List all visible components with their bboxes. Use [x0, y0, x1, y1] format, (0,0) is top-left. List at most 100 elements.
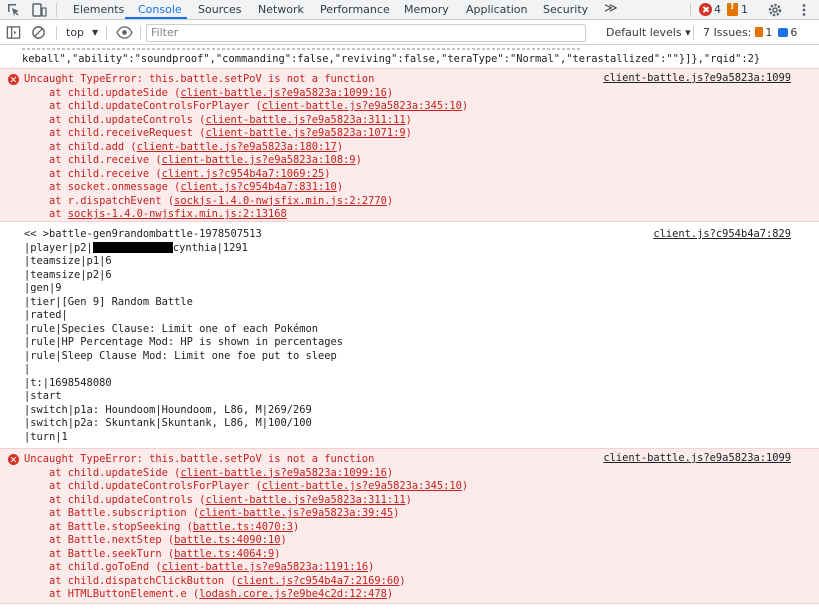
log-line: |turn|1 [24, 430, 68, 443]
device-toolbar-icon[interactable] [31, 2, 47, 18]
stack-frame-link[interactable]: client.js?c954b4a7:2169:60 [237, 575, 400, 587]
context-selector-value: top [66, 26, 85, 39]
live-expression-eye-icon[interactable] [116, 25, 133, 40]
stack-frame: at child.updateControlsForPlayer (client… [24, 480, 468, 494]
error-stack: Uncaught TypeError: this.battle.setPoV i… [24, 453, 468, 602]
devtools-tab-bar: Elements Console Sources Network Perform… [0, 0, 819, 20]
log-levels-dropdown[interactable]: Default levels ▾ [606, 24, 691, 42]
sidebar-toggle-icon[interactable] [6, 25, 21, 40]
issues-counter[interactable]: 7 Issues: 1 6 [703, 24, 797, 42]
stack-paren: ) [324, 167, 331, 180]
stack-frame-link[interactable]: client.js?c954b4a7:1069:25 [162, 168, 325, 180]
error-source-link[interactable]: client-battle.js?e9a5823a:1099 [603, 452, 791, 466]
stack-frame-link[interactable]: client-battle.js?e9a5823a:1099:16 [180, 467, 386, 479]
stack-frame-link[interactable]: client-battle.js?e9a5823a:180:17 [137, 141, 337, 153]
stack-frame-function: at child.updateControls [24, 113, 200, 126]
stack-frame-link[interactable]: client-battle.js?e9a5823a:1071:9 [205, 127, 405, 139]
error-count[interactable]: 4 [714, 1, 721, 19]
clear-console-icon[interactable] [31, 25, 46, 40]
stack-frame-function: at HTMLButtonElement.e [24, 588, 193, 600]
stack-frame-link[interactable]: client-battle.js?e9a5823a:311:11 [205, 114, 405, 126]
stack-frame: at HTMLButtonElement.e (lodash.core.js?e… [24, 588, 468, 602]
inspect-element-icon[interactable] [6, 2, 22, 18]
stack-frame-function: at child.receiveRequest [24, 127, 200, 139]
cut-off-line [22, 48, 582, 50]
filter-input[interactable]: Filter [146, 24, 586, 42]
log-line: << >battle-gen9randombattle-1978507513 [24, 228, 262, 240]
stack-frame: at child.add (client-battle.js?e9a5823a:… [24, 141, 468, 155]
console-messages: keball","ability":"soundproof","commandi… [0, 46, 819, 609]
stack-frame-link[interactable]: sockjs-1.4.0-nwjsfix.min.js:2:2770 [174, 195, 387, 207]
issues-warning-icon [755, 27, 764, 37]
tab-sources[interactable]: Sources [198, 0, 242, 20]
log-lines: << >battle-gen9randombattle-1978507513 |p… [24, 228, 343, 444]
stack-frame-link[interactable]: client-battle.js?e9a5823a:345:10 [262, 100, 462, 112]
stack-frame-function: at child.dispatchClickButton [24, 574, 231, 587]
error-source-link[interactable]: client-battle.js?e9a5823a:1099 [603, 72, 791, 86]
tab-security[interactable]: Security [543, 0, 588, 20]
stack-frame-link[interactable]: client-battle.js?e9a5823a:345:10 [262, 480, 462, 492]
tab-elements[interactable]: Elements [73, 0, 124, 20]
tab-application[interactable]: Application [466, 0, 527, 20]
error-message: client-battle.js?e9a5823a:1099 Uncaught … [0, 68, 819, 222]
stack-frame: at child.receive (client.js?c954b4a7:106… [24, 168, 468, 182]
issues-info-count: 6 [790, 26, 798, 39]
stack-frame-function: at child.receive [24, 154, 156, 166]
stack-frame-link[interactable]: client-battle.js?e9a5823a:1099:16 [180, 87, 386, 99]
stack-frame-link[interactable]: client.js?c954b4a7:831:10 [180, 181, 336, 193]
tab-network[interactable]: Network [258, 0, 304, 20]
tab-performance[interactable]: Performance [320, 0, 390, 20]
stack-frame-link[interactable]: battle.ts:4070:3 [193, 521, 293, 533]
stack-frame-link[interactable]: sockjs-1.4.0-nwjsfix.min.js:2:13168 [68, 208, 287, 220]
stack-frame-link[interactable]: client-battle.js?e9a5823a:39:45 [199, 507, 393, 519]
issues-label: 7 Issues: [703, 26, 752, 39]
log-line: |gen|9 [24, 282, 62, 294]
player-suffix: cynthia|1291 [172, 241, 248, 254]
stack-frame-link[interactable]: client-battle.js?e9a5823a:311:11 [205, 494, 405, 506]
stack-frame: at Battle.subscription (client-battle.js… [24, 507, 468, 521]
error-count-icon[interactable] [699, 3, 712, 16]
log-line: | [24, 363, 31, 375]
player-prefix: |player|p2| [24, 241, 93, 254]
warning-count-icon[interactable] [727, 1, 738, 16]
stack-paren: ) [336, 181, 344, 193]
stack-paren: ) [386, 588, 394, 600]
stack-frame-link[interactable]: battle.ts:4090:10 [174, 534, 280, 546]
stack-frame-function: at [24, 208, 68, 220]
error-message: client-battle.js?e9a5823a:1099 Uncaught … [0, 448, 819, 604]
log-text: keball","ability":"soundproof","commandi… [22, 53, 761, 65]
truncated-log-fragment: keball","ability":"soundproof","commandi… [0, 46, 819, 66]
stack-frame-link[interactable]: client-battle.js?e9a5823a:108:9 [162, 154, 356, 166]
stack-frame: at sockjs-1.4.0-nwjsfix.min.js:2:13168 [24, 208, 468, 222]
stack-frame-function: at child.updateSide [24, 86, 175, 99]
stack-paren: ) [368, 561, 375, 573]
stack-paren: ) [461, 480, 469, 492]
stack-frame-function: at child.updateControlsForPlayer [24, 480, 256, 492]
error-text: Uncaught TypeError: this.battle.setPoV i… [24, 453, 375, 465]
stack-frame-function: at Battle.seekTurn [24, 547, 168, 560]
settings-gear-icon[interactable] [767, 2, 783, 18]
warning-count[interactable]: 1 [741, 1, 748, 19]
stack-frame-function: at child.receive [24, 167, 156, 180]
stack-frame-function: at Battle.stopSeeking [24, 520, 187, 533]
more-options-icon[interactable] [796, 2, 812, 18]
more-tabs-icon[interactable]: ≫ [604, 1, 618, 17]
log-line-player: |player|p2| cynthia|1291 [24, 241, 343, 256]
context-selector[interactable]: top ▼ [66, 24, 98, 42]
stack-frame: at child.updateSide (client-battle.js?e9… [24, 87, 468, 101]
stack-paren: ) [399, 574, 406, 587]
tab-memory[interactable]: Memory [404, 0, 449, 20]
stack-frame-link[interactable]: lodash.core.js?e9be4c2d:12:478 [199, 588, 387, 600]
log-line: |rated| [24, 309, 68, 321]
log-message: client.js?c954b4a7:829 << >battle-gen9ra… [0, 228, 819, 446]
stack-frame-link[interactable]: client-battle.js?e9a5823a:1191:16 [162, 561, 368, 573]
stack-frame: at child.updateSide (client-battle.js?e9… [24, 467, 468, 481]
stack-frame-function: at child.updateSide [24, 466, 175, 479]
stack-frame: at child.receiveRequest (client-battle.j… [24, 127, 468, 141]
stack-frame-link[interactable]: battle.ts:4064:9 [174, 548, 274, 560]
error-icon [8, 454, 19, 465]
log-line: |rule|Sleep Clause Mod: Limit one foe pu… [24, 349, 337, 362]
active-tab-indicator [125, 17, 187, 19]
log-line: |teamsize|p2|6 [24, 268, 112, 281]
log-source-link[interactable]: client.js?c954b4a7:829 [653, 228, 791, 242]
